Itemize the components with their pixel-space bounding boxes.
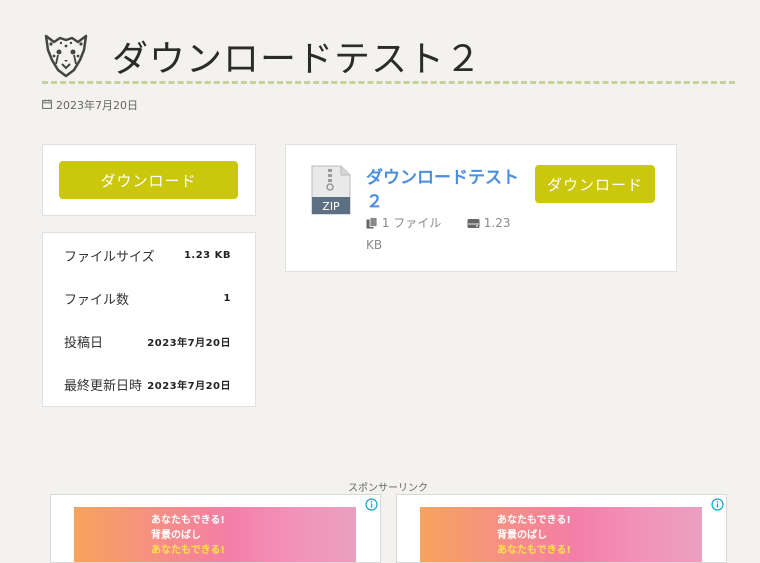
ad-info-icon[interactable]	[365, 496, 378, 511]
ad-slot[interactable]: あなたもできる! 背景のばし あなたもできる!	[396, 494, 727, 563]
ad-text: あなたもできる! 背景のばし あなたもできる!	[497, 513, 571, 558]
info-row-file-count: ファイル数 1	[64, 288, 231, 308]
ad-banner[interactable]: あなたもできる! 背景のばし あなたもできる!	[74, 507, 356, 562]
info-value: 1.23 KB	[183, 249, 231, 261]
ad-text: あなたもできる! 背景のばし あなたもできる!	[151, 513, 225, 558]
info-value: 2023年7月20日	[147, 380, 231, 392]
info-label: 最終更新日時	[64, 378, 143, 394]
zip-file-icon: ZIP	[311, 165, 351, 215]
file-count: 1 ファイル	[381, 216, 442, 230]
storage-icon	[467, 215, 480, 235]
ad-line: あなたもできる!	[151, 515, 225, 526]
post-date: 2023年7月20日	[42, 97, 138, 113]
info-row-file-size: ファイルサイズ 1.23 KB	[64, 245, 231, 265]
ad-slot[interactable]: あなたもできる! 背景のばし あなたもできる!	[50, 494, 381, 563]
file-name-link[interactable]: ダウンロードテスト２	[366, 166, 526, 214]
info-label: 投稿日	[64, 335, 104, 351]
ad-line: 背景のばし	[497, 530, 547, 541]
title-divider	[42, 81, 735, 84]
zip-label: ZIP	[322, 200, 340, 213]
info-row-posted: 投稿日 2023年7月20日	[64, 331, 231, 351]
cheetah-logo-icon[interactable]	[40, 30, 92, 78]
files-icon	[366, 215, 378, 235]
file-card: ZIP ダウンロードテスト２ 1 ファイル 1.23 KB ダウンロード	[285, 144, 677, 272]
ad-info-icon[interactable]	[711, 496, 724, 511]
ad-line: あなたもできる!	[151, 545, 225, 556]
ad-banner[interactable]: あなたもできる! 背景のばし あなたもできる!	[420, 507, 702, 562]
post-date-text: 2023年7月20日	[56, 99, 138, 112]
info-row-updated: 最終更新日時 2023年7月20日	[64, 374, 231, 394]
page-title: ダウンロードテスト２	[112, 39, 483, 80]
info-value: 2023年7月20日	[147, 337, 231, 349]
download-button[interactable]: ダウンロード	[535, 165, 655, 203]
download-panel: ダウンロード	[42, 144, 256, 216]
info-value: 1	[223, 292, 231, 304]
info-label: ファイルサイズ	[64, 249, 155, 265]
file-meta: 1 ファイル 1.23 KB	[366, 213, 526, 255]
sponsor-label: スポンサーリンク	[348, 483, 428, 494]
calendar-icon	[42, 99, 52, 112]
ad-line: あなたもできる!	[497, 515, 571, 526]
ad-line: あなたもできる!	[497, 545, 571, 556]
download-button[interactable]: ダウンロード	[59, 161, 238, 199]
ad-line: 背景のばし	[151, 530, 201, 541]
info-label: ファイル数	[64, 292, 130, 308]
file-info-panel: ファイルサイズ 1.23 KB ファイル数 1 投稿日 2023年7月20日 最…	[42, 232, 256, 407]
